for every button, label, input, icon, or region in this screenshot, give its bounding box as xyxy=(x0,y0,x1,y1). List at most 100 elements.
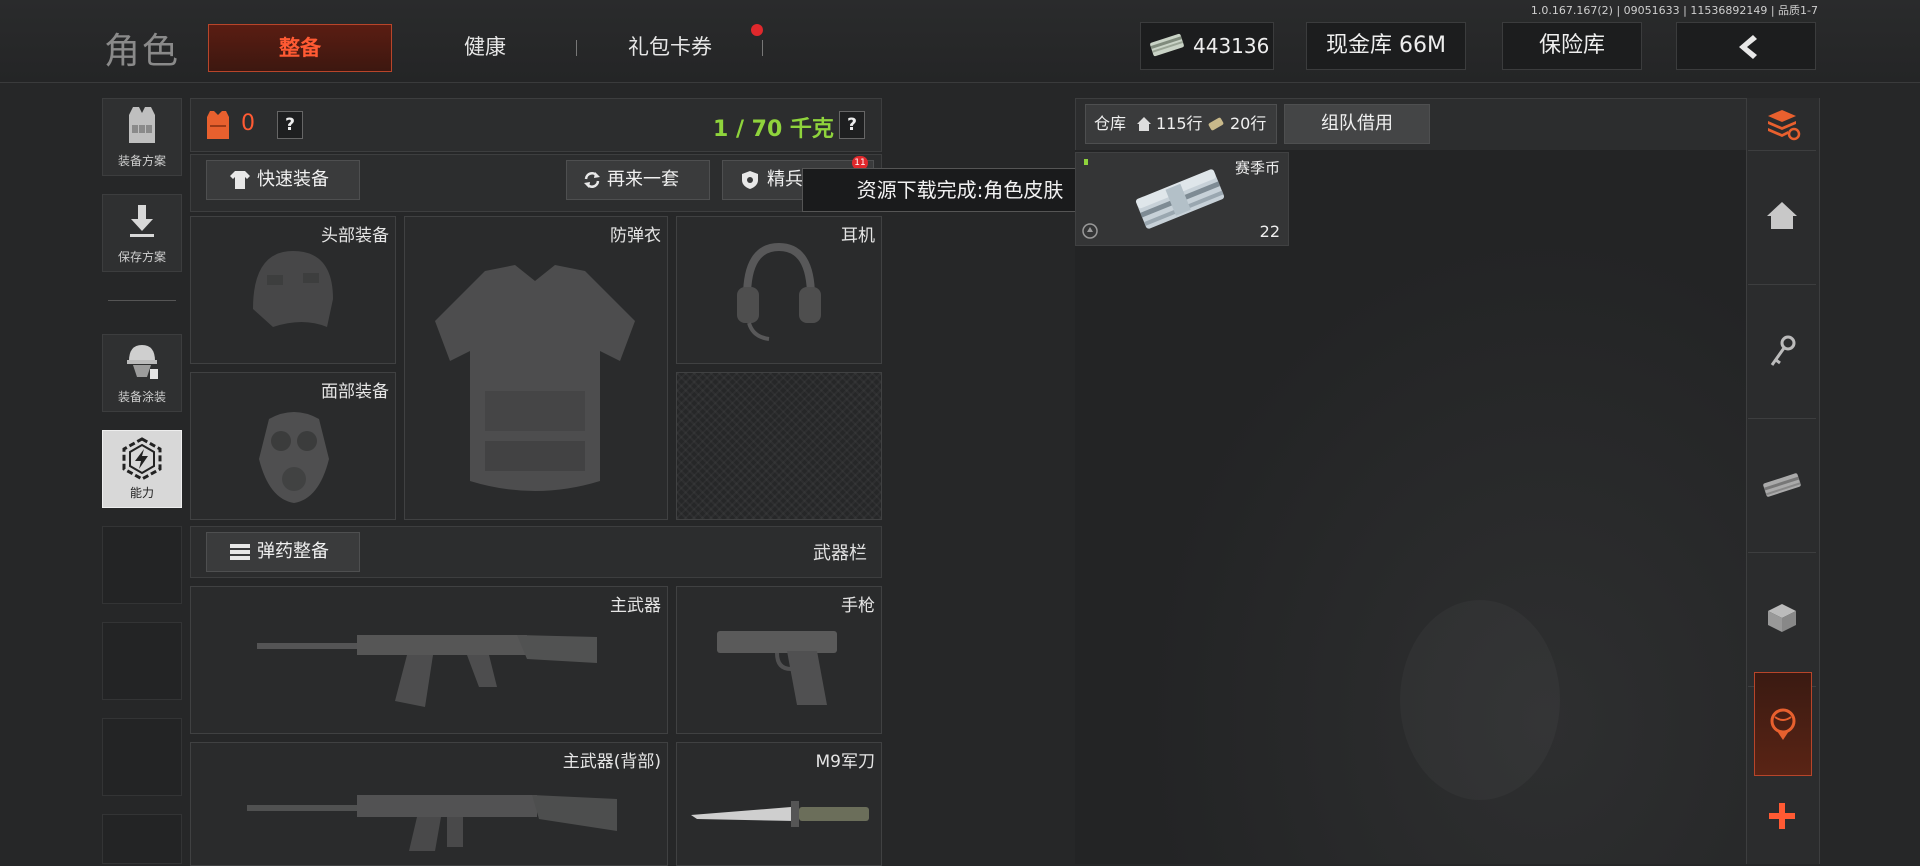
season-badge-icon xyxy=(1082,223,1098,239)
tab-divider xyxy=(576,40,577,56)
save-plan-button[interactable]: 保存方案 xyxy=(102,194,182,272)
empty-nav-slot[interactable] xyxy=(102,718,182,796)
toast-notification: 资源下载完成:角色皮肤 xyxy=(802,168,1118,212)
page-title: 角色 xyxy=(104,31,181,72)
head-gear-slot[interactable]: 头部装备 xyxy=(190,216,396,364)
vest-icon xyxy=(125,105,159,145)
pistol-icon xyxy=(717,621,847,711)
primary-weapon-slot[interactable]: 主武器 xyxy=(190,586,668,734)
item-indicator xyxy=(1084,159,1088,165)
equipment-paint-label: 装备涂装 xyxy=(117,390,166,404)
cash-bundle-icon xyxy=(1130,159,1230,239)
tab-divider xyxy=(762,40,763,56)
warehouse-tab[interactable]: 仓库 115行 20行 xyxy=(1085,104,1277,144)
headset-slot[interactable]: 耳机 xyxy=(676,216,882,364)
box-button[interactable] xyxy=(1748,554,1816,687)
face-gear-slot[interactable]: 面部装备 xyxy=(190,372,396,520)
tab-health[interactable]: 健康 xyxy=(400,24,570,70)
headset-icon xyxy=(729,237,829,347)
currency-display[interactable]: 443136 xyxy=(1140,22,1274,70)
box-icon xyxy=(1766,602,1798,634)
weight-help-button[interactable]: ? xyxy=(839,111,865,139)
body-armor-label: 防弹衣 xyxy=(610,226,661,246)
shield-icon xyxy=(741,170,759,190)
helmet-icon xyxy=(243,239,343,349)
repeat-set-label: 再来一套 xyxy=(607,169,679,190)
ability-hex-icon xyxy=(121,437,163,481)
back-weapon-slot[interactable]: 主武器(背部) xyxy=(190,742,668,866)
pistol-label: 手枪 xyxy=(841,596,875,616)
home-icon xyxy=(1766,200,1798,230)
weight-indicator: 1 / 70 千克 xyxy=(713,117,834,142)
back-button[interactable] xyxy=(1676,22,1816,70)
body-armor-icon xyxy=(425,261,645,501)
repeat-set-button[interactable]: 再来一套 xyxy=(566,160,710,200)
rifle-icon xyxy=(257,607,597,717)
loadout-plan-label: 装备方案 xyxy=(117,154,166,168)
assault-rifle-icon xyxy=(247,771,617,851)
house-icon xyxy=(1136,116,1152,132)
knife-icon xyxy=(691,795,871,831)
cash-stack-icon xyxy=(1760,468,1804,502)
plus-icon xyxy=(1768,802,1796,830)
quick-equip-button[interactable]: 快速装备 xyxy=(206,160,360,200)
cash-button[interactable] xyxy=(1748,420,1816,553)
gas-mask-icon xyxy=(249,399,339,509)
ability-button[interactable]: 能力 xyxy=(102,430,182,508)
item-count: 22 xyxy=(1259,222,1280,241)
empty-nav-slot[interactable] xyxy=(102,814,182,864)
knife-slot[interactable]: M9军刀 xyxy=(676,742,882,866)
knife-label: M9军刀 xyxy=(815,752,875,772)
item-name: 赛季币 xyxy=(1234,159,1280,177)
headset-label: 耳机 xyxy=(841,226,875,246)
refresh-icon xyxy=(583,171,601,189)
warehouse-rows: 115行 xyxy=(1156,114,1203,133)
ammo-prep-button[interactable]: 弹药整备 xyxy=(206,532,360,572)
save-plan-label: 保存方案 xyxy=(117,250,166,264)
help-button[interactable]: ? xyxy=(277,111,303,139)
nav-divider xyxy=(108,300,176,301)
loadout-plan-button[interactable]: 装备方案 xyxy=(102,98,182,176)
paint-helmet-icon xyxy=(123,341,161,381)
key-icon xyxy=(1768,334,1798,368)
currency-value: 443136 xyxy=(1193,34,1270,58)
add-button[interactable] xyxy=(1748,790,1816,842)
storage-item-season-coin[interactable]: 赛季币 22 xyxy=(1075,152,1289,246)
shirt-icon xyxy=(229,170,251,190)
stack-refresh-button[interactable] xyxy=(1748,100,1816,151)
empty-nav-slot[interactable] xyxy=(102,526,182,604)
ammo-prep-label: 弹药整备 xyxy=(257,541,329,562)
quick-equip-label: 快速装备 xyxy=(257,169,329,190)
key-button[interactable] xyxy=(1748,286,1816,419)
extra-rows: 20行 xyxy=(1230,114,1267,133)
tab-equipment[interactable]: 整备 xyxy=(208,24,392,72)
weapon-bar-label: 武器栏 xyxy=(813,543,867,564)
armor-count: 0 xyxy=(241,111,255,136)
elite-label: 精兵 xyxy=(767,169,803,190)
back-weapon-label: 主武器(背部) xyxy=(562,752,661,772)
background-shade xyxy=(1400,600,1560,800)
primary-weapon-label: 主武器 xyxy=(610,596,661,616)
team-borrow-button[interactable]: 组队借用 xyxy=(1284,104,1430,144)
cash-stack-icon xyxy=(1147,31,1187,59)
globe-download-icon xyxy=(1767,707,1799,743)
tab-gift-cards[interactable]: 礼包卡券 xyxy=(588,24,752,70)
empty-nav-slot[interactable] xyxy=(102,622,182,700)
empty-gear-slot[interactable] xyxy=(676,372,882,520)
home-button[interactable] xyxy=(1748,152,1816,285)
cash-storage-button[interactable]: 现金库 66M xyxy=(1306,22,1466,70)
armor-vest-icon xyxy=(205,109,231,141)
notification-dot xyxy=(751,24,763,36)
vault-button[interactable]: 保险库 xyxy=(1502,22,1642,70)
chevron-left-icon xyxy=(1731,33,1761,61)
pistol-slot[interactable]: 手枪 xyxy=(676,586,882,734)
loadout-status-bar: 0 ? 1 / 70 千克 ? xyxy=(190,98,882,152)
layers-refresh-icon xyxy=(1766,108,1802,142)
storage-grid xyxy=(1075,150,1747,864)
download-icon xyxy=(127,203,157,239)
safe-box-button[interactable] xyxy=(1754,672,1812,776)
warehouse-label: 仓库 xyxy=(1094,114,1127,133)
body-armor-slot[interactable]: 防弹衣 xyxy=(404,216,668,520)
equipment-paint-button[interactable]: 装备涂装 xyxy=(102,334,182,412)
ticket-icon xyxy=(1208,117,1224,131)
